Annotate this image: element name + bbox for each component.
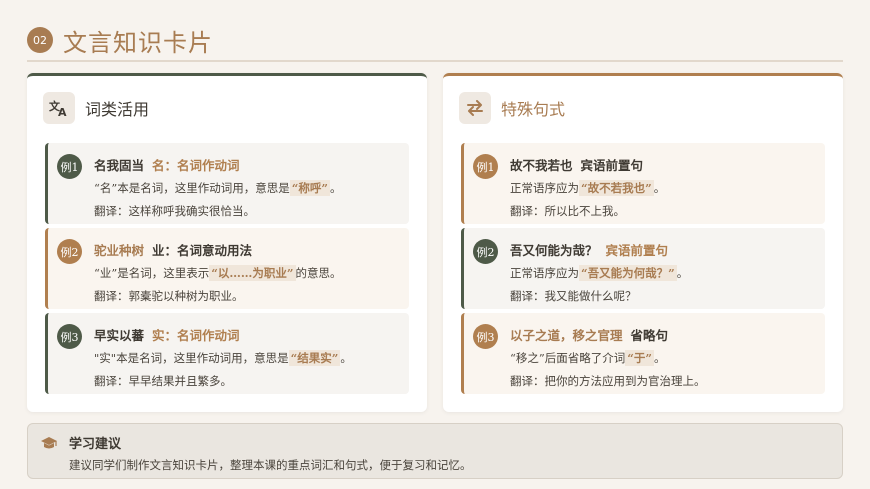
swap-arrows-icon: [459, 92, 491, 124]
example-badge: 例1: [57, 154, 82, 179]
panel-header: 文 A 词类活用: [43, 92, 149, 124]
panel-title: 词类活用: [85, 100, 150, 119]
panel-word-usage: 文 A 词类活用 例1 名我固当 名：名词作动词 “名”本是名词，这里作动词用，意…: [27, 73, 427, 412]
example-phrase: 以子之道，移之官理: [510, 328, 623, 343]
example-tag: 实：名词作动词: [152, 328, 240, 343]
example-translation: 翻译：郭橐驼以种树为职业。: [94, 289, 244, 303]
header-divider: [27, 60, 843, 62]
page-title: 文言知识卡片: [63, 28, 213, 57]
highlight: “以……为职业”: [209, 265, 296, 281]
section-number-badge: 02: [27, 27, 53, 53]
example-explanation: 正常语序应为 “吾又能为何哉？”。: [510, 265, 689, 281]
example-phrase: 名我固当: [94, 158, 145, 173]
tip-title: 学习建议: [69, 437, 122, 452]
example-translation: 翻译：所以比不上我。: [510, 204, 625, 218]
panel-header: 特殊句式: [459, 92, 565, 124]
example-card: 例1 名我固当 名：名词作动词 “名”本是名词，这里作动词用，意思是 “称呼”。 翻…: [45, 143, 409, 224]
example-tag: 宾语前置句: [605, 243, 669, 258]
example-translation: 翻译：把你的方法应用到为官治理上。: [510, 374, 706, 388]
study-tip-box: 学习建议 建议同学们制作文言知识卡片，整理本课的重点词汇和句式，便于复习和记忆。: [27, 423, 843, 479]
example-card: 例2 驼业种树 业：名词意动用法 “业”是名词，这里表示 “以……为职业” 的意思。 …: [45, 228, 409, 309]
example-card: 例3 以子之道，移之官理 省略句 “移之”后面省略了介词 “于”。 翻译：把你的方法…: [461, 313, 825, 394]
example-phrase: 早实以蕃: [94, 328, 145, 343]
example-explanation: 正常语序应为 “故不若我也”。: [510, 180, 666, 196]
example-explanation: “名”本是名词，这里作动词用，意思是 “称呼”。: [94, 180, 342, 196]
example-phrase: 故不我若也: [510, 158, 573, 173]
example-tag: 名：名词作动词: [152, 158, 240, 173]
example-card: 例1 故不我若也 宾语前置句 正常语序应为 “故不若我也”。 翻译：所以比不上我。: [461, 143, 825, 224]
example-badge: 例2: [57, 239, 82, 264]
translate-icon: 文 A: [43, 92, 75, 124]
example-explanation: “业”是名词，这里表示 “以……为职业” 的意思。: [94, 265, 342, 281]
tip-text: 建议同学们制作文言知识卡片，整理本课的重点词汇和句式，便于复习和记忆。: [69, 458, 472, 472]
example-explanation: “移之”后面省略了介词 “于”。: [510, 350, 666, 366]
example-badge: 例3: [57, 324, 82, 349]
example-translation: 翻译：早早结果并且繁多。: [94, 374, 232, 388]
panel-title: 特殊句式: [501, 100, 566, 119]
example-badge: 例1: [473, 154, 498, 179]
example-explanation: "实"本是名词，这里作动词用，意思是 “结果实”。: [94, 350, 352, 366]
example-card: 例2 吾又何能为哉？ 宾语前置句 正常语序应为 “吾又能为何哉？”。 翻译：我又能做…: [461, 228, 825, 309]
svg-text:A: A: [58, 106, 67, 117]
example-badge: 例3: [473, 324, 498, 349]
highlight: “结果实”: [288, 350, 341, 366]
example-translation: 翻译：我又能做什么呢？: [510, 289, 637, 303]
example-phrase: 吾又何能为哉？: [510, 243, 598, 258]
graduation-cap-icon: [40, 435, 58, 453]
example-translation: 翻译：这样称呼我确实很恰当。: [94, 204, 255, 218]
example-card: 例3 早实以蕃 实：名词作动词 "实"本是名词，这里作动词用，意思是 “结果实”。 …: [45, 313, 409, 394]
example-tag: 省略句: [630, 328, 669, 343]
example-phrase: 驼业种树: [94, 243, 145, 258]
example-tag: 业：名词意动用法: [152, 243, 253, 258]
example-badge: 例2: [473, 239, 498, 264]
highlight: “故不若我也”: [579, 180, 654, 196]
highlight: “称呼”: [289, 180, 330, 196]
section-header: 02 文言知识卡片: [27, 24, 213, 57]
panel-special-sentences: 特殊句式 例1 故不我若也 宾语前置句 正常语序应为 “故不若我也”。 翻译：所以比…: [443, 73, 843, 412]
example-tag: 宾语前置句: [580, 158, 644, 173]
highlight: “吾又能为何哉？”: [579, 265, 677, 281]
highlight: “于”: [625, 350, 654, 366]
